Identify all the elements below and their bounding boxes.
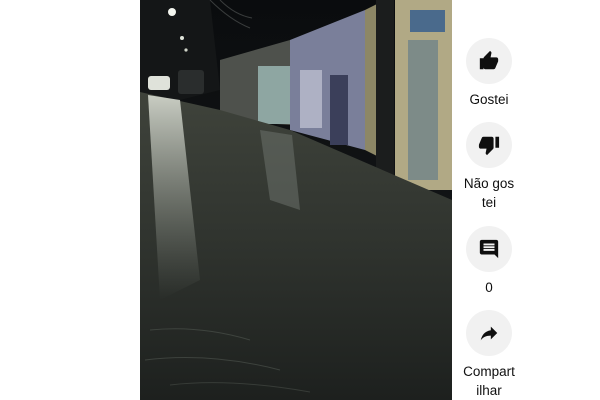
comment-icon (479, 239, 499, 259)
like-button[interactable]: Gostei (456, 38, 522, 109)
share-label: Compartilhar (463, 364, 515, 398)
share-icon (480, 326, 498, 341)
dislike-button-circle[interactable] (466, 122, 512, 168)
share-button[interactable]: Compartilhar (456, 310, 522, 400)
like-label: Gostei (469, 92, 509, 107)
thumbs-down-icon (478, 136, 500, 156)
video-player[interactable] (140, 0, 452, 400)
comments-button[interactable]: 0 (456, 226, 522, 297)
like-button-circle[interactable] (466, 38, 512, 84)
dislike-label: Não gostei (463, 176, 515, 210)
dislike-button[interactable]: Não gostei (456, 122, 522, 212)
thumbs-up-icon (479, 50, 499, 70)
video-frame-image (140, 0, 452, 400)
action-bar: Gostei Não gostei 0 Compartilhar (456, 0, 522, 400)
comments-button-circle[interactable] (466, 226, 512, 272)
share-button-circle[interactable] (466, 310, 512, 356)
comments-count: 0 (485, 280, 493, 295)
